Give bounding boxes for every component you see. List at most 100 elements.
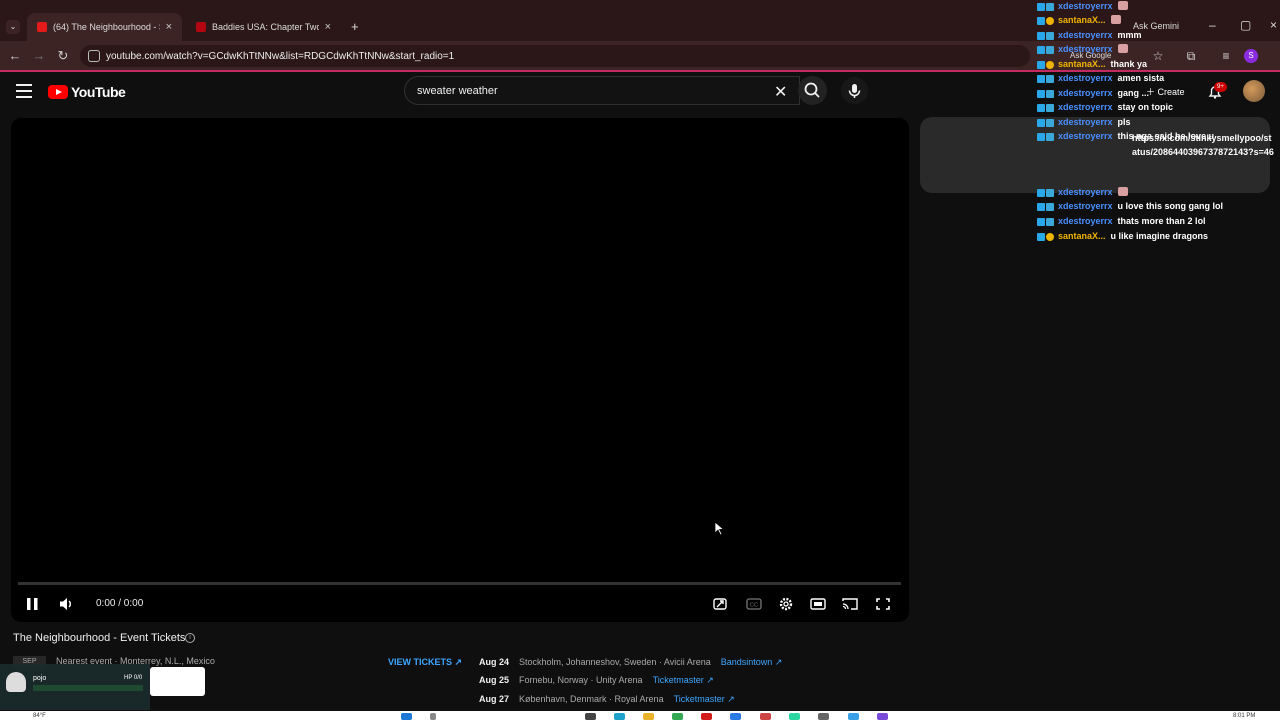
create-button[interactable]: ＋ Create xyxy=(1146,85,1185,98)
event-provider-link[interactable]: Ticketmaster ↗ xyxy=(674,694,735,705)
chat-message: thank ya xyxy=(1110,59,1148,69)
edge-icon[interactable] xyxy=(614,713,625,720)
search-input-value: sweater weather xyxy=(417,84,498,97)
view-tickets-link[interactable]: VIEW TICKETS ↗ xyxy=(388,657,462,668)
theater-mode-icon[interactable] xyxy=(809,596,827,612)
chat-message: u like imagine dragons xyxy=(1110,231,1209,241)
tab-list-chevron-icon[interactable]: ⌄ xyxy=(6,20,20,34)
chat-username[interactable]: xdestroyerrx xyxy=(1058,30,1113,40)
chat-message: stay on topic xyxy=(1117,102,1174,112)
chat-line: xdestroyerrx thats more than 2 lol xyxy=(1037,216,1206,229)
chat-username[interactable]: xdestroyerrx xyxy=(1058,73,1113,83)
weather-widget[interactable]: 84°F xyxy=(33,713,46,719)
netflix-favicon-icon xyxy=(196,22,206,32)
search-input[interactable]: sweater weather xyxy=(404,76,800,105)
taskbar-clock[interactable]: 8:01 PM xyxy=(1233,713,1255,719)
chat-username[interactable]: xdestroyerrx xyxy=(1058,187,1113,197)
tab-neighbourhood[interactable]: (64) The Neighbourhood - Swe × xyxy=(27,13,182,41)
close-tab-icon[interactable]: × xyxy=(166,21,172,33)
mouse-cursor-icon xyxy=(714,521,724,536)
forward-icon[interactable]: → xyxy=(30,48,48,64)
chat-badge-icon xyxy=(1037,133,1045,141)
video-player[interactable] xyxy=(11,118,909,622)
chat-line: xdestroyerrx xyxy=(1037,187,1128,200)
chat-username[interactable]: xdestroyerrx xyxy=(1058,102,1113,112)
maximize-icon[interactable]: ▢ xyxy=(1240,18,1251,32)
chat-badge-icon xyxy=(1037,119,1045,127)
site-info-icon[interactable] xyxy=(88,50,100,62)
chat-username[interactable]: xdestroyerrx xyxy=(1058,1,1113,11)
chat-username[interactable]: xdestroyerrx xyxy=(1058,201,1113,211)
chat-username[interactable]: xdestroyerrx xyxy=(1058,44,1113,54)
event-row: Aug 27 København, Denmark · Royal Arena … xyxy=(479,694,735,705)
close-tab-icon[interactable]: × xyxy=(325,21,331,33)
back-icon[interactable]: ← xyxy=(6,48,24,64)
taskbar-app-icon[interactable] xyxy=(789,713,800,720)
event-provider-link[interactable]: Ticketmaster ↗ xyxy=(653,675,714,686)
taskbar-app-icon[interactable] xyxy=(760,713,771,720)
info-icon[interactable]: i xyxy=(185,633,195,643)
reading-list-icon[interactable]: ≡ xyxy=(1218,48,1234,64)
fullscreen-icon[interactable] xyxy=(874,596,892,612)
new-tab-button[interactable]: + xyxy=(351,19,359,34)
chat-username[interactable]: santanaX... xyxy=(1058,231,1106,241)
chat-badge-icon xyxy=(1046,46,1054,54)
start-menu-icon[interactable] xyxy=(401,713,412,720)
youtube-favicon-icon xyxy=(37,22,47,32)
settings-gear-icon[interactable] xyxy=(777,596,795,612)
chat-username[interactable]: xdestroyerrx xyxy=(1058,117,1113,127)
autoplay-toggle-icon[interactable] xyxy=(712,596,730,612)
search-taskbar-icon[interactable] xyxy=(430,713,436,720)
minimize-icon[interactable]: – xyxy=(1209,18,1216,32)
taskbar-app-icon[interactable] xyxy=(730,713,741,720)
taskbar-app-icon[interactable] xyxy=(585,713,596,720)
chat-line: santanaX... thank ya xyxy=(1037,59,1147,72)
search-button[interactable] xyxy=(798,76,827,105)
youtube-logo[interactable]: YouTube xyxy=(48,84,126,100)
chat-badge-icon xyxy=(1046,119,1054,127)
chat-badge-icon xyxy=(1037,203,1045,211)
chrome-icon[interactable] xyxy=(672,713,683,720)
url-bar[interactable]: youtube.com/watch?v=GCdwKhTtNNw&list=RDG… xyxy=(80,45,1030,67)
chat-username[interactable]: santanaX... xyxy=(1058,59,1106,69)
chat-username[interactable]: santanaX... xyxy=(1058,15,1106,25)
cast-icon[interactable] xyxy=(841,596,859,612)
reload-icon[interactable]: ↻ xyxy=(54,48,72,64)
event-row: Aug 24 Stockholm, Johanneshov, Sweden · … xyxy=(479,657,782,668)
extensions-icon[interactable]: ⧉ xyxy=(1183,48,1199,64)
chat-message: u love this song gang lol xyxy=(1117,201,1224,211)
account-avatar[interactable] xyxy=(1243,80,1265,102)
video-progress-bar[interactable] xyxy=(18,582,901,585)
chat-badges xyxy=(1037,216,1055,226)
volume-icon[interactable] xyxy=(57,596,75,612)
tab-baddies[interactable]: Baddies USA: Chapter Two Epis × xyxy=(186,13,341,41)
taskbar-app-icon[interactable] xyxy=(877,713,888,720)
voice-search-button[interactable] xyxy=(841,77,868,104)
browser-profile-avatar[interactable]: S xyxy=(1244,49,1258,63)
event-provider-link[interactable]: Bandsintown ↗ xyxy=(721,657,783,668)
taskbar-app-icon[interactable] xyxy=(818,713,829,720)
chat-username[interactable]: xdestroyerrx xyxy=(1058,88,1113,98)
file-explorer-icon[interactable] xyxy=(643,713,654,720)
event-tickets-title: The Neighbourhood - Event Tickets xyxy=(13,632,186,644)
chat-badges xyxy=(1037,102,1055,112)
captions-icon[interactable]: CC xyxy=(745,596,763,612)
bookmark-star-icon[interactable]: ☆ xyxy=(1150,48,1166,64)
chat-badge-icon xyxy=(1037,233,1045,241)
pause-icon[interactable] xyxy=(24,596,42,612)
chat-badge-icon xyxy=(1037,90,1045,98)
taskbar-app-icon[interactable] xyxy=(848,713,859,720)
youtube-app-icon[interactable] xyxy=(701,713,712,720)
chat-username[interactable]: xdestroyerrx xyxy=(1058,216,1113,226)
clear-search-icon[interactable]: ✕ xyxy=(774,82,787,102)
chat-badges xyxy=(1037,131,1055,141)
tab-title: (64) The Neighbourhood - Swe xyxy=(53,22,160,32)
hamburger-menu-icon[interactable] xyxy=(16,84,32,98)
close-window-icon[interactable]: × xyxy=(1270,18,1277,32)
chat-line: santanaX... u like imagine dragons xyxy=(1037,231,1208,244)
svg-text:CC: CC xyxy=(750,603,758,609)
overlay-name: pojo xyxy=(33,675,47,682)
chat-badge-icon xyxy=(1037,61,1045,69)
chat-badges xyxy=(1037,44,1055,54)
chat-username[interactable]: xdestroyerrx xyxy=(1058,131,1113,141)
